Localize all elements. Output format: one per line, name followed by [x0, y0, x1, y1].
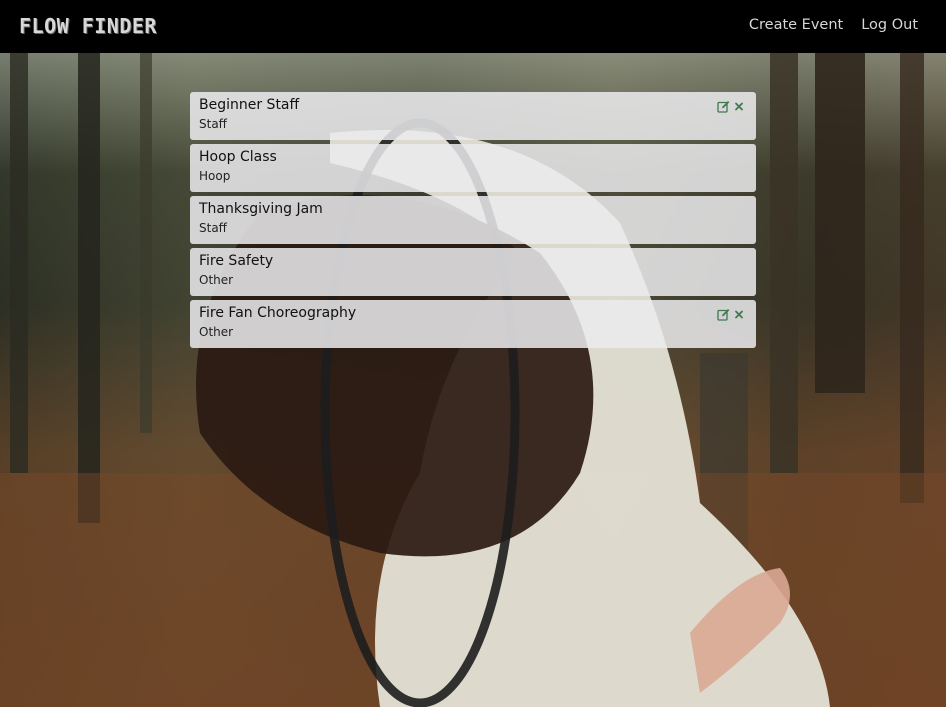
event-card[interactable]: Thanksgiving Jam Staff	[190, 196, 756, 244]
event-category: Other	[199, 325, 234, 339]
event-category: Staff	[199, 117, 227, 131]
close-icon[interactable]	[734, 98, 747, 111]
event-card[interactable]: Beginner Staff Staff	[190, 92, 756, 140]
create-event-link[interactable]: Create Event	[749, 17, 843, 33]
event-name: Hoop Class	[199, 149, 277, 165]
event-actions	[717, 98, 747, 113]
event-category: Other	[199, 273, 234, 287]
log-out-link[interactable]: Log Out	[861, 17, 918, 33]
app-root: FLOW FINDER Create Event Log Out Beginne…	[0, 0, 946, 707]
event-name: Fire Safety	[199, 253, 274, 269]
edit-icon[interactable]	[717, 306, 730, 321]
brand-logo[interactable]: FLOW FINDER	[19, 14, 157, 38]
event-actions	[717, 306, 747, 321]
event-card[interactable]: Fire Safety Other	[190, 248, 756, 296]
close-icon[interactable]	[734, 306, 747, 319]
event-card[interactable]: Hoop Class Hoop	[190, 144, 756, 192]
event-name: Thanksgiving Jam	[199, 201, 323, 217]
event-name: Fire Fan Choreography	[199, 305, 357, 321]
event-category: Staff	[199, 221, 227, 235]
event-card[interactable]: Fire Fan Choreography Other	[190, 300, 756, 348]
navbar: FLOW FINDER Create Event Log Out	[0, 0, 946, 53]
nav-links: Create Event Log Out	[749, 17, 918, 33]
event-name: Beginner Staff	[199, 97, 300, 113]
edit-icon[interactable]	[717, 98, 730, 113]
event-category: Hoop	[199, 169, 231, 183]
event-list: Beginner Staff Staff Hoop Class Hoop Tha…	[190, 92, 756, 352]
